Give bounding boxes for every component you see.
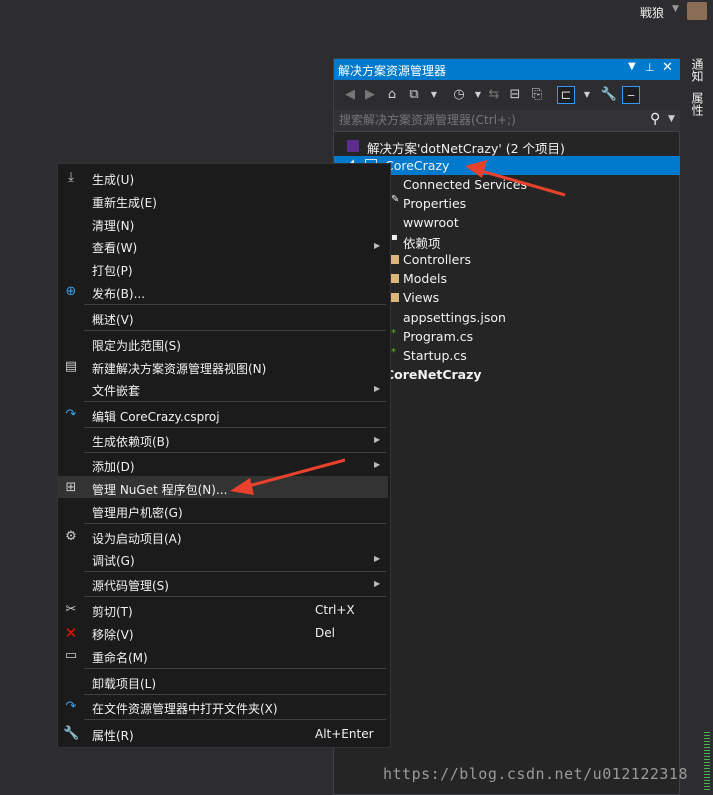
watermark: https://blog.csdn.net/u012122318: [383, 765, 688, 783]
annotation-arrows: [230, 160, 566, 495]
annotation-arrow-nuget: [230, 458, 346, 495]
annotation-arrow-corecrazy: [465, 160, 566, 197]
